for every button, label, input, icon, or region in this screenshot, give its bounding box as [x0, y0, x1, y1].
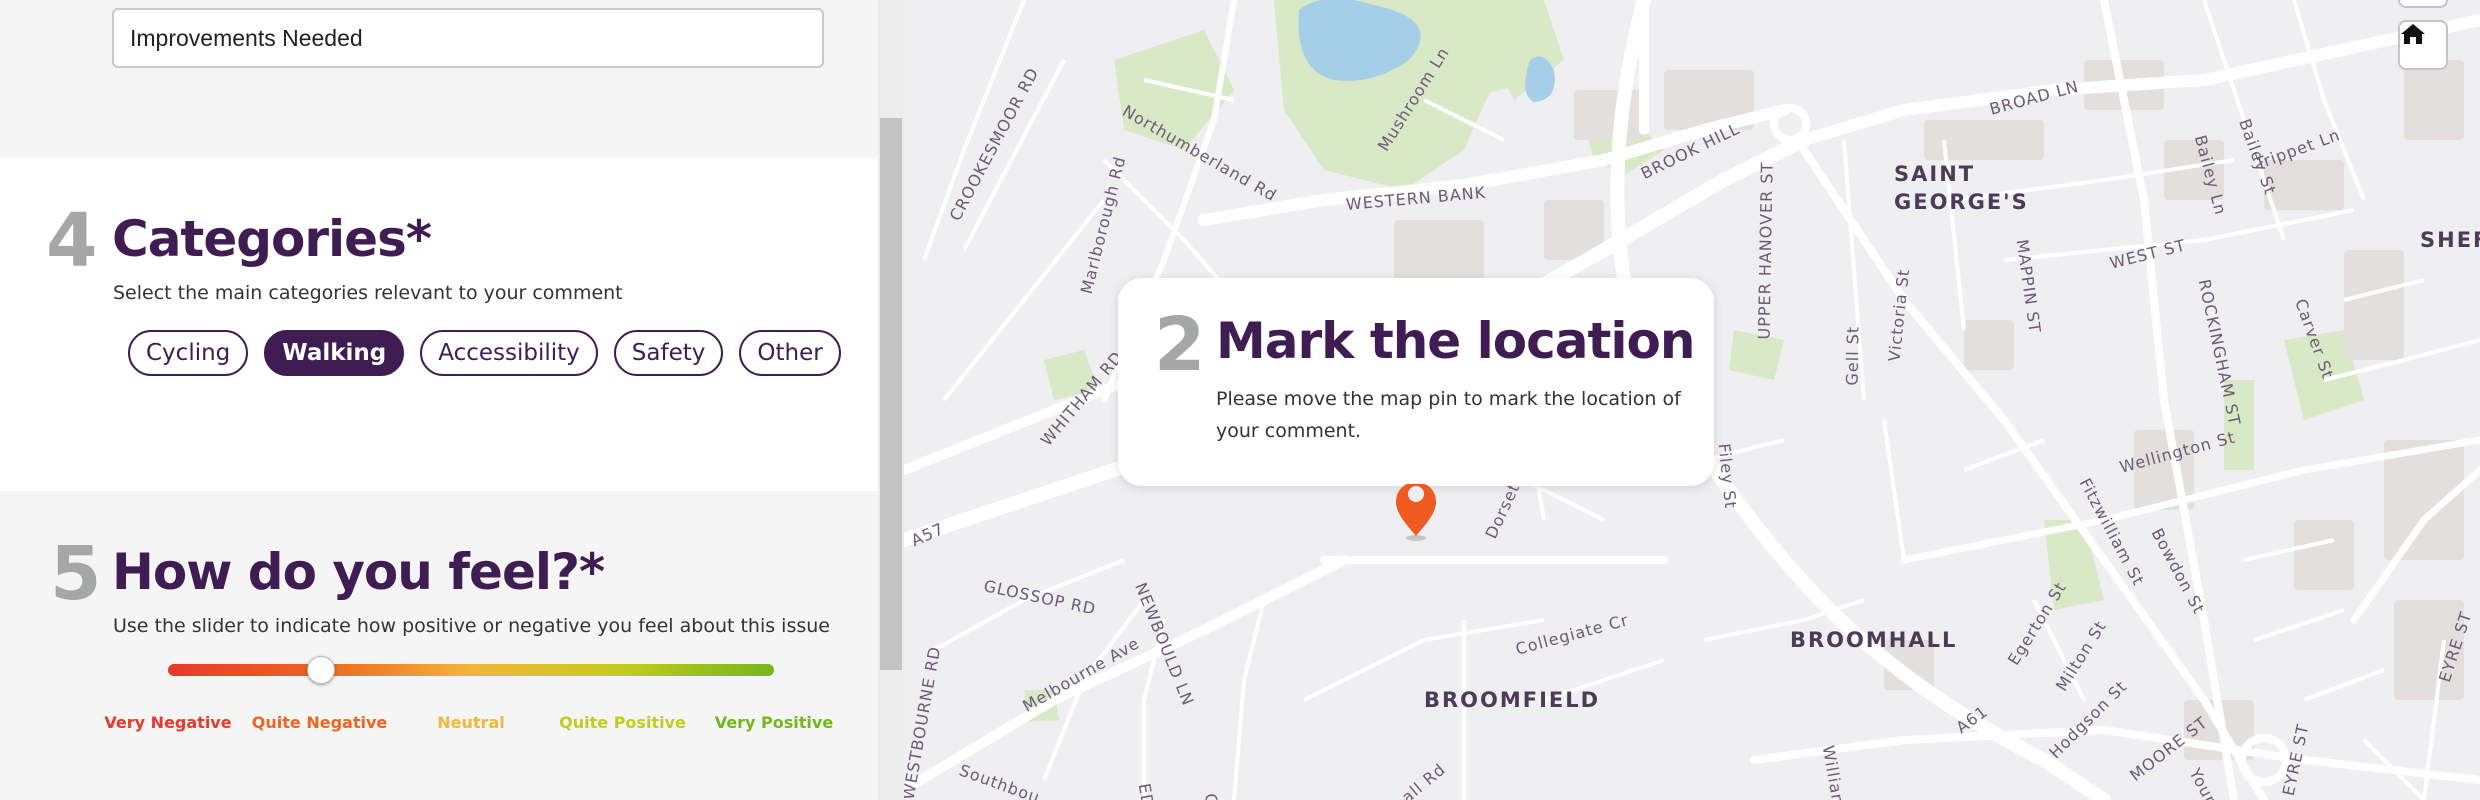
step-number: 5	[50, 531, 102, 617]
area-label: BROOMHALL	[1790, 628, 1958, 652]
card-description-line: Please move the map pin to mark the loca…	[1216, 388, 1681, 410]
zoom-control-button[interactable]	[2398, 0, 2448, 8]
comment-title-input[interactable]: Improvements Needed	[112, 8, 824, 68]
slider-thumb[interactable]	[306, 656, 335, 684]
title-section: Improvements Needed	[0, 0, 878, 158]
area-label: SHEF	[2420, 228, 2480, 252]
category-chip-accessibility[interactable]: Accessibility	[420, 330, 598, 376]
step-number: 2	[1154, 302, 1206, 388]
map-pin-icon[interactable]	[1394, 484, 1438, 542]
comment-form-panel: Improvements Needed 4 Categories* Select…	[0, 0, 878, 800]
slider-level-label: Very Positive	[714, 713, 834, 732]
categories-section: 4 Categories* Select the main categories…	[0, 158, 878, 491]
slider-level-label: Quite Negative	[251, 713, 388, 732]
section-title: How do you feel?*	[112, 543, 605, 601]
slider-level-labels: Very Negative Quite Negative Neutral Quite …	[96, 713, 856, 743]
area-label: GEORGE'S	[1894, 190, 2029, 214]
section-title: Categories*	[112, 210, 432, 268]
category-chip-cycling[interactable]: Cycling	[128, 330, 249, 376]
card-description-line: your comment.	[1216, 420, 1362, 442]
category-chip-safety[interactable]: Safety	[613, 330, 724, 376]
slider-level-label: Very Negative	[104, 713, 232, 732]
roundabout	[1770, 104, 1810, 144]
category-chip-walking[interactable]: Walking	[264, 330, 405, 376]
step-number: 4	[46, 198, 98, 284]
area-label: BROOMFIELD	[1424, 688, 1601, 712]
scrollbar-thumb[interactable]	[880, 118, 902, 670]
slider-level-label: Quite Positive	[559, 713, 686, 732]
card-title: Mark the location	[1216, 312, 1695, 370]
section-description: Select the main categories relevant to y…	[113, 282, 623, 304]
category-chip-group: Cycling Walking Accessibility Safety Other	[128, 330, 841, 376]
slider-level-label: Neutral	[437, 713, 505, 732]
street-label: UPPER HANOVER ST	[1754, 161, 1777, 340]
feeling-slider[interactable]	[168, 656, 774, 684]
home-icon	[2401, 24, 2425, 44]
section-description: Use the slider to indicate how positive …	[113, 615, 830, 637]
street-label: Gell St	[1842, 325, 1863, 386]
home-button[interactable]	[2398, 20, 2448, 70]
feeling-section: 5 How do you feel?* Use the slider to in…	[0, 491, 878, 800]
location-instruction-card: 2 Mark the location Please move the map …	[1118, 278, 1714, 486]
category-chip-other[interactable]: Other	[739, 330, 841, 376]
area-label: SAINT	[1894, 162, 1976, 186]
form-scrollbar[interactable]	[878, 0, 904, 800]
